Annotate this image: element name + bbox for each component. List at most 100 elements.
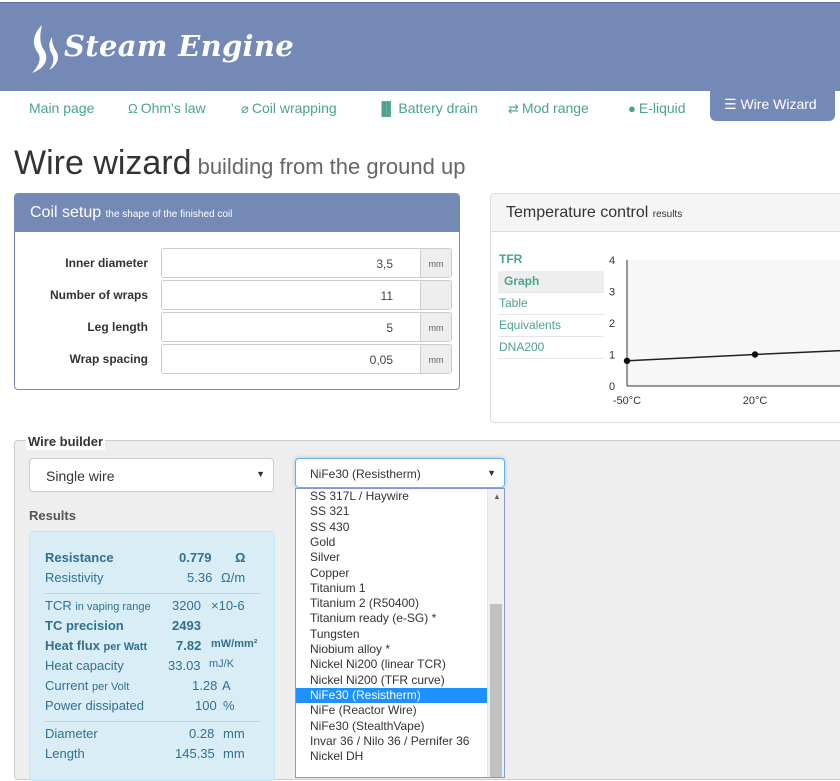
result-label: TCR in vaping range — [45, 598, 151, 613]
nav-wire-wizard[interactable]: ☰ Wire Wizard — [710, 91, 835, 121]
result-value: 1.28 — [192, 678, 218, 693]
material-option[interactable]: Nickel Ni200 (TFR curve) — [296, 673, 488, 688]
result-current: Current per Volt 1.28 A — [45, 678, 260, 698]
data-point[interactable] — [623, 357, 631, 364]
results-label: Results — [29, 508, 76, 523]
nav-ohms-law[interactable]: Ω Ohm's law — [128, 100, 206, 116]
nav-e-liquid[interactable]: ● E-liquid — [628, 100, 686, 116]
results-divider — [45, 593, 260, 594]
result-unit: mm — [223, 746, 245, 761]
result-resistance: Resistance 0.779 Ω — [45, 550, 260, 570]
site-header: Steam Engine — [0, 2, 840, 91]
result-power-dissipated: Power dissipated 100 % — [45, 698, 260, 718]
temperature-control-title: Temperature control — [506, 204, 649, 221]
result-unit: A — [222, 678, 231, 693]
bar-chart-icon: ▐▌ — [377, 101, 396, 116]
material-option[interactable]: NiFe30 (Resistherm) — [296, 687, 488, 704]
coil-setup-header: Coil setup the shape of the finished coi… — [15, 194, 459, 232]
leg-length-input[interactable]: 5 — [161, 312, 421, 342]
material-option[interactable]: Tungsten — [296, 627, 488, 642]
material-dropdown-list[interactable]: SS 317L / Haywire SS 321 SS 430 Gold Silver C… — [295, 488, 505, 778]
result-label: Heat flux per Watt — [45, 638, 147, 653]
page-title-main: Wire wizard — [14, 144, 192, 182]
dropdown-scrollbar[interactable]: ▲ — [487, 489, 504, 777]
material-option[interactable]: Titanium 2 (R50400) — [296, 596, 488, 611]
nav-coil-wrapping[interactable]: ⌀ Coil wrapping — [241, 100, 337, 117]
material-option[interactable]: Gold — [296, 535, 488, 550]
result-diameter: Diameter 0.28 mm — [45, 726, 260, 746]
wire-builder-legend: Wire builder — [26, 434, 106, 450]
material-option[interactable]: Copper — [296, 566, 488, 581]
inner-diameter-input[interactable]: 3,5 — [161, 248, 421, 278]
nav-mod-range[interactable]: ⇄ Mod range — [508, 100, 589, 117]
result-tcr: TCR in vaping range 3200 ×10-6 — [45, 598, 260, 618]
scrollbar-thumb[interactable] — [490, 604, 502, 777]
result-value: 2493 — [172, 618, 201, 633]
menu-dna200[interactable]: DNA200 — [498, 337, 604, 359]
material-option[interactable]: Titanium ready (e-SG) * — [296, 611, 488, 626]
paperclip-icon: ⌀ — [241, 101, 249, 116]
result-value: 145.35 — [175, 746, 215, 761]
page-title: Wire wizard building from the ground up — [14, 144, 465, 183]
wrap-spacing-row: Wrap spacing 0,05 mm — [15, 344, 459, 374]
result-label: Length — [45, 746, 85, 761]
x-tick-label: -50°C — [613, 395, 641, 407]
results-divider — [45, 721, 260, 722]
wire-type-select[interactable]: Single wire ▼ — [29, 458, 274, 492]
omega-icon: Ω — [128, 101, 138, 116]
leg-length-unit: mm — [420, 312, 452, 342]
menu-graph[interactable]: Graph — [498, 271, 604, 293]
menu-table[interactable]: Table — [498, 293, 604, 315]
y-tick-label: 2 — [609, 318, 615, 330]
result-label: Heat capacity — [45, 658, 124, 673]
wrap-spacing-label: Wrap spacing — [69, 352, 148, 366]
material-option[interactable]: SS 430 — [296, 520, 488, 535]
material-option[interactable]: Nickel DH — [296, 749, 488, 764]
material-option[interactable]: Silver — [296, 550, 488, 565]
coil-setup-title: Coil setup — [30, 204, 102, 221]
leg-length-label: Leg length — [87, 320, 148, 334]
material-option[interactable]: Nickel Ni200 (linear TCR) — [296, 657, 488, 672]
chevron-down-icon: ▼ — [487, 468, 496, 478]
result-label: Resistance — [45, 550, 114, 565]
result-value: 7.82 — [176, 638, 202, 653]
result-label: Current per Volt — [45, 678, 129, 693]
result-unit: ×10-6 — [211, 598, 245, 613]
tfr-menu-header[interactable]: TFR — [498, 249, 604, 271]
temperature-control-subtitle: results — [652, 209, 683, 220]
chart-plot-area — [627, 260, 840, 386]
app-logo-text[interactable]: Steam Engine — [64, 29, 294, 63]
result-label-main: Heat flux — [45, 638, 100, 653]
material-option[interactable]: SS 321 — [296, 504, 488, 519]
result-label-small: in vaping range — [75, 601, 151, 613]
nav-battery-drain[interactable]: ▐▌ Battery drain — [377, 100, 478, 116]
result-value: 33.03 — [168, 658, 201, 673]
result-unit: mm — [223, 726, 245, 741]
material-option[interactable]: NiFe30 (StealthVape) — [296, 719, 488, 734]
wrap-spacing-unit: mm — [420, 344, 452, 374]
material-select[interactable]: NiFe30 (Resistherm) ▼ — [295, 458, 505, 488]
temperature-control-menu: TFR Graph Table Equivalents DNA200 — [498, 249, 604, 359]
material-option[interactable]: NiFe (Reactor Wire) — [296, 703, 488, 718]
result-length: Length 145.35 mm — [45, 746, 260, 766]
number-of-wraps-label: Number of wraps — [49, 288, 148, 302]
nav-main-page[interactable]: Main page — [29, 100, 94, 116]
result-value: 5.36 — [187, 570, 213, 585]
menu-equivalents[interactable]: Equivalents — [498, 315, 604, 337]
main-nav: Main page Ω Ohm's law ⌀ Coil wrapping ▐▌ Ba… — [0, 91, 840, 125]
scroll-up-icon[interactable]: ▲ — [493, 492, 501, 501]
wrap-spacing-input[interactable]: 0,05 — [161, 344, 421, 374]
y-tick-label: 3 — [609, 287, 615, 299]
material-option[interactable]: Niobium alloy * — [296, 642, 488, 657]
data-point[interactable] — [751, 351, 759, 358]
coil-setup-subtitle: the shape of the finished coil — [105, 209, 233, 220]
results-box: Resistance 0.779 Ω Resistivity 5.36 Ω/m … — [29, 531, 275, 781]
material-option[interactable]: SS 317L / Haywire — [296, 489, 488, 504]
material-option[interactable]: Titanium 1 — [296, 581, 488, 596]
number-of-wraps-input[interactable]: 11 — [161, 280, 421, 310]
leg-length-row: Leg length 5 mm — [15, 312, 459, 342]
swap-arrows-icon: ⇄ — [508, 101, 519, 116]
material-option[interactable]: Invar 36 / Nilo 36 / Pernifer 36 — [296, 734, 488, 749]
result-label: TC precision — [45, 618, 124, 633]
result-unit: mW/mm² — [211, 638, 258, 650]
